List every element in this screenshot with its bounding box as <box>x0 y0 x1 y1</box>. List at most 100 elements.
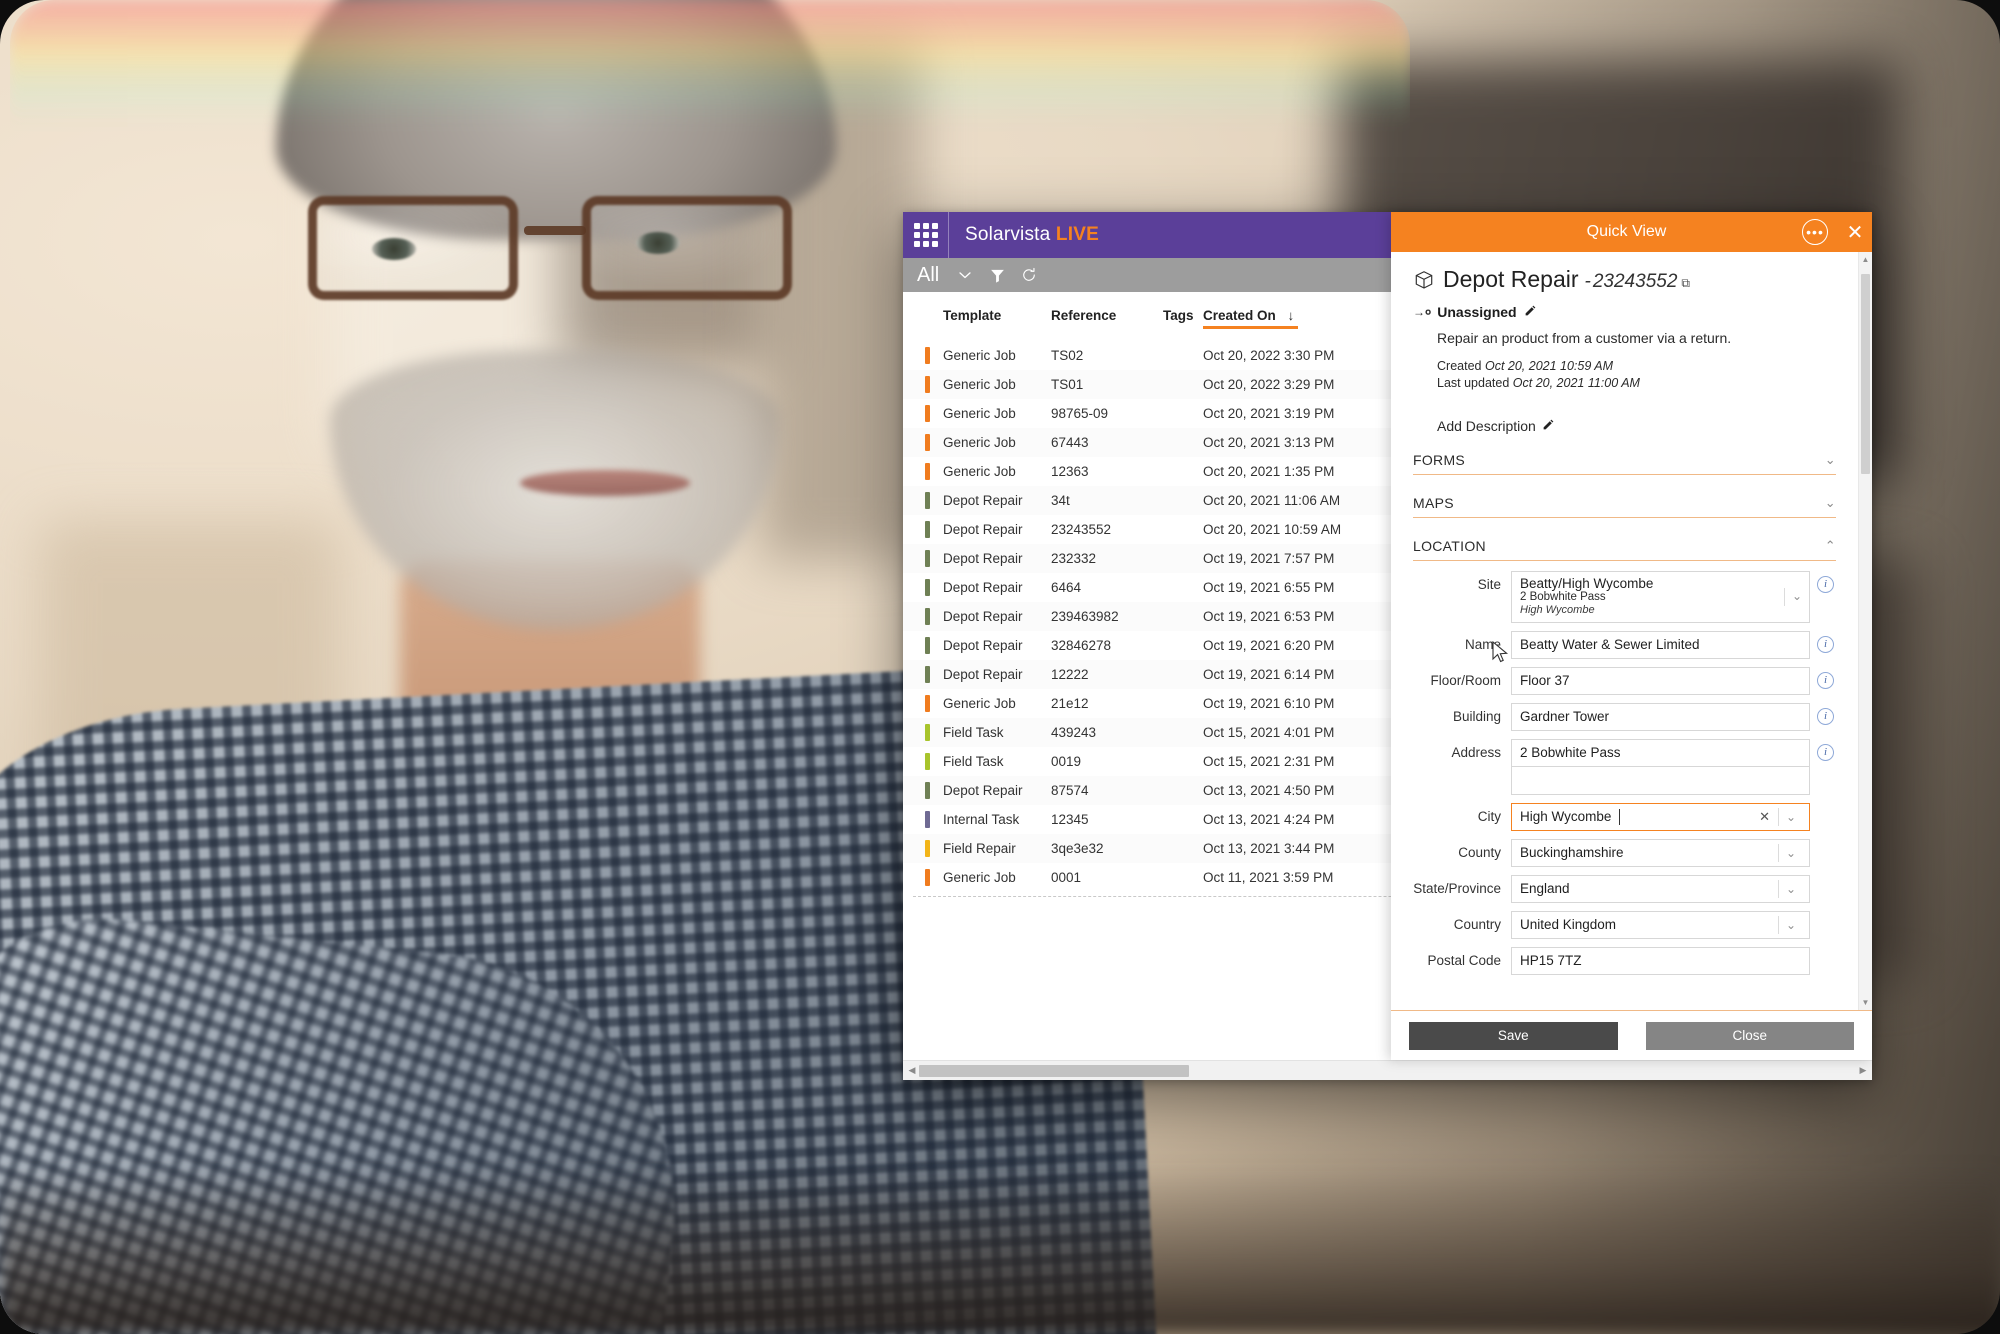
field-floor-room: Floor/Room Floor 37 i <box>1413 666 1836 695</box>
chevron-down-icon[interactable]: ⌄ <box>1825 452 1836 468</box>
row-created-on: Oct 19, 2021 6:20 PM <box>1203 638 1335 653</box>
record-separator: - <box>1584 271 1591 292</box>
vscroll-thumb[interactable] <box>1861 274 1870 474</box>
created-label: Created <box>1437 359 1482 373</box>
row-created-on: Oct 20, 2022 3:30 PM <box>1203 348 1335 363</box>
row-tags <box>1157 399 1197 428</box>
site-line-2: 2 Bobwhite Pass <box>1520 591 1606 604</box>
row-template-color <box>903 457 937 486</box>
row-tags <box>1157 370 1197 399</box>
scroll-left-arrow-icon[interactable]: ◀ <box>905 1065 919 1076</box>
row-template: Depot Repair <box>943 522 1023 537</box>
template-color-bar <box>925 695 930 712</box>
chevron-down-icon[interactable]: ⌄ <box>1779 918 1803 932</box>
chevron-down-icon[interactable] <box>949 260 981 290</box>
scroll-down-arrow-icon[interactable]: ▼ <box>1859 998 1872 1007</box>
row-tags <box>1157 428 1197 457</box>
close-button[interactable]: Close <box>1645 1021 1854 1050</box>
scroll-right-arrow-icon[interactable]: ▶ <box>1856 1065 1870 1076</box>
info-icon[interactable]: i <box>1817 707 1834 725</box>
row-template-color <box>903 863 937 892</box>
external-link-icon[interactable]: ⧉ <box>1681 276 1690 291</box>
field-building-input[interactable]: Gardner Tower <box>1511 702 1810 731</box>
column-header-tags[interactable]: Tags <box>1157 292 1197 341</box>
field-site-input[interactable]: Beatty/High Wycombe 2 Bobwhite Pass High… <box>1511 570 1810 623</box>
row-created-on: Oct 19, 2021 6:55 PM <box>1203 580 1335 595</box>
field-building-value: Gardner Tower <box>1520 709 1610 725</box>
save-button[interactable]: Save <box>1409 1021 1618 1050</box>
chevron-down-icon[interactable]: ⌄ <box>1825 495 1836 511</box>
ellipsis-circle-icon[interactable]: ••• <box>1802 219 1828 245</box>
info-icon[interactable]: i <box>1817 743 1834 761</box>
info-icon[interactable]: i <box>1817 635 1834 653</box>
field-postal-code-value: HP15 7TZ <box>1520 953 1582 969</box>
row-template-color <box>903 428 937 457</box>
field-name-input[interactable]: Beatty Water & Sewer Limited <box>1511 630 1810 659</box>
template-color-bar <box>925 608 930 625</box>
record-status-label: Unassigned <box>1437 303 1517 320</box>
quick-view-vertical-scrollbar[interactable]: ▲ ▼ <box>1858 252 1872 1010</box>
created-on-label: Created On <box>1203 308 1276 323</box>
section-location[interactable]: LOCATION ⌃ <box>1413 536 1836 561</box>
glasses-bridge <box>524 226 586 235</box>
chevron-down-icon[interactable]: ⌄ <box>1779 846 1803 860</box>
record-reference[interactable]: 23243552 <box>1593 271 1678 293</box>
field-name-value: Beatty Water & Sewer Limited <box>1520 637 1700 653</box>
row-reference: 21e12 <box>1051 696 1089 711</box>
section-forms-header[interactable]: FORMS ⌄ <box>1413 450 1836 475</box>
field-country-input[interactable]: United Kingdom ⌄ <box>1511 910 1810 939</box>
pencil-edit-icon[interactable] <box>1542 418 1555 434</box>
hscroll-thumb[interactable] <box>919 1064 1189 1077</box>
section-maps-header[interactable]: MAPS ⌄ <box>1413 493 1836 518</box>
pencil-edit-icon[interactable] <box>1524 304 1537 320</box>
hscroll-track[interactable] <box>919 1064 1856 1078</box>
add-description-action[interactable]: Add Description <box>1437 418 1836 434</box>
row-tags <box>1157 515 1197 544</box>
chevron-up-icon[interactable]: ⌃ <box>1825 538 1836 554</box>
chevron-down-icon[interactable]: ⌄ <box>1785 589 1809 604</box>
row-created-on: Oct 20, 2021 11:06 AM <box>1203 493 1341 508</box>
field-state-province-input[interactable]: England ⌄ <box>1511 874 1810 903</box>
record-description: Repair an product from a customer via a … <box>1437 330 1732 346</box>
brand-suffix: LIVE <box>1055 224 1099 245</box>
scroll-up-arrow-icon[interactable]: ▲ <box>1859 255 1872 264</box>
template-color-bar <box>925 782 930 799</box>
field-address-value: 2 Bobwhite Pass <box>1520 745 1621 761</box>
field-site: Site Beatty/High Wycombe 2 Bobwhite Pass… <box>1413 570 1836 623</box>
field-postal-code: Postal Code HP15 7TZ <box>1413 946 1836 975</box>
clear-x-icon[interactable]: ✕ <box>1751 809 1778 825</box>
close-x-icon[interactable]: ✕ <box>1838 220 1872 245</box>
chevron-down-icon[interactable]: ⌄ <box>1779 882 1803 896</box>
column-header-reference[interactable]: Reference <box>1045 292 1157 341</box>
field-postal-code-input[interactable]: HP15 7TZ <box>1511 946 1810 975</box>
template-color-bar <box>925 637 930 654</box>
section-forms[interactable]: FORMS ⌄ <box>1413 450 1836 475</box>
field-floor-room-input[interactable]: Floor 37 <box>1511 666 1810 695</box>
field-county-input[interactable]: Buckinghamshire ⌄ <box>1511 838 1810 867</box>
column-header-template[interactable]: Template <box>937 292 1045 341</box>
field-city-input[interactable]: High Wycombe ✕ ⌄ <box>1511 802 1810 831</box>
row-template-color <box>903 776 937 805</box>
template-color-bar <box>925 579 930 596</box>
field-address-input-line2[interactable] <box>1511 766 1810 795</box>
column-header-created-on[interactable]: Created On ↓ <box>1197 292 1387 341</box>
row-reference: 0019 <box>1051 754 1082 769</box>
field-address-input[interactable]: 2 Bobwhite Pass <box>1511 738 1810 767</box>
filter-scope-label[interactable]: All <box>917 264 939 287</box>
field-name: Name Beatty Water & Sewer Limited i <box>1413 630 1836 659</box>
arrow-to-dot-icon: →० <box>1413 305 1432 319</box>
section-location-header[interactable]: LOCATION ⌃ <box>1413 536 1836 561</box>
filter-funnel-icon[interactable] <box>981 260 1013 290</box>
row-reference: 3qe3e32 <box>1051 841 1104 856</box>
apps-grid-icon[interactable] <box>903 212 949 258</box>
section-maps[interactable]: MAPS ⌄ <box>1413 493 1836 518</box>
screenshot-stage: Solarvista LIVE Emma James | PA LIVE 59 <box>0 0 2000 1334</box>
refresh-icon[interactable] <box>1013 260 1045 290</box>
field-address: Address 2 Bobwhite Pass i <box>1413 738 1836 795</box>
info-icon[interactable]: i <box>1817 575 1834 593</box>
chevron-down-icon[interactable]: ⌄ <box>1779 810 1803 824</box>
template-color-bar <box>925 376 930 393</box>
row-template-color <box>903 544 937 573</box>
horizontal-scrollbar[interactable]: ◀ ▶ <box>903 1060 1872 1080</box>
info-icon[interactable]: i <box>1817 671 1834 689</box>
